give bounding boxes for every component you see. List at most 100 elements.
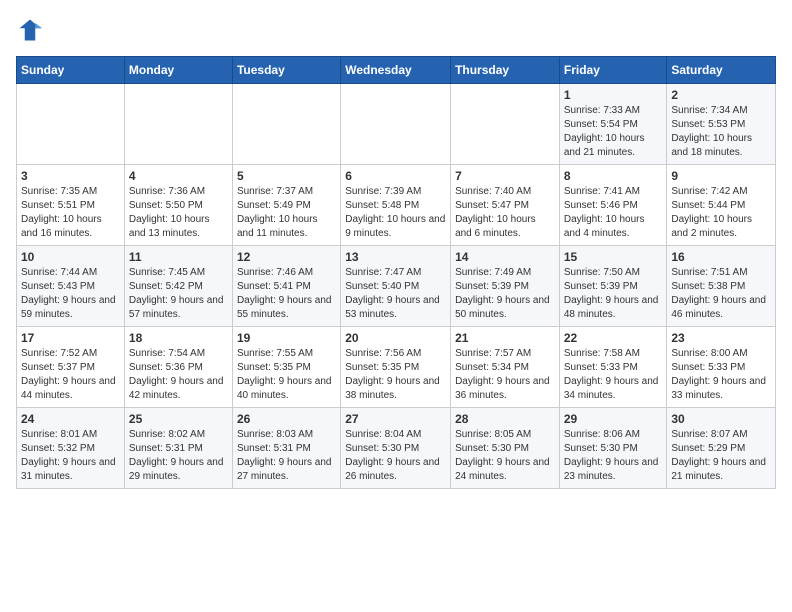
day-info: Sunrise: 8:01 AM Sunset: 5:32 PM Dayligh… <box>21 428 120 484</box>
day-info: Sunrise: 7:42 AM Sunset: 5:44 PM Dayligh… <box>671 185 771 241</box>
day-info: Sunrise: 7:39 AM Sunset: 5:48 PM Dayligh… <box>345 185 446 241</box>
calendar-cell: 18 Sunrise: 7:54 AM Sunset: 5:36 PM Dayli… <box>124 327 232 408</box>
day-info: Sunrise: 7:52 AM Sunset: 5:37 PM Dayligh… <box>21 347 120 403</box>
weekday-header-thursday: Thursday <box>451 57 560 84</box>
calendar-cell: 12 Sunrise: 7:46 AM Sunset: 5:41 PM Dayli… <box>232 246 340 327</box>
weekday-header-saturday: Saturday <box>667 57 776 84</box>
calendar-cell <box>451 84 560 165</box>
weekday-header-row: SundayMondayTuesdayWednesdayThursdayFrid… <box>17 57 776 84</box>
day-number: 28 <box>455 412 555 426</box>
calendar-cell: 20 Sunrise: 7:56 AM Sunset: 5:35 PM Dayli… <box>341 327 451 408</box>
day-number: 9 <box>671 169 771 183</box>
day-info: Sunrise: 7:46 AM Sunset: 5:41 PM Dayligh… <box>237 266 336 322</box>
calendar-cell: 13Sunrise: 7:47 AM Sunset: 5:40 PM Dayli… <box>341 246 451 327</box>
weekday-header-monday: Monday <box>124 57 232 84</box>
calendar-cell: 1 Sunrise: 7:33 AM Sunset: 5:54 PM Daylig… <box>559 84 667 165</box>
day-info: Sunrise: 8:07 AM Sunset: 5:29 PM Dayligh… <box>671 428 771 484</box>
day-info: Sunrise: 7:54 AM Sunset: 5:36 PM Dayligh… <box>129 347 228 403</box>
day-info: Sunrise: 8:02 AM Sunset: 5:31 PM Dayligh… <box>129 428 228 484</box>
day-info: Sunrise: 7:33 AM Sunset: 5:54 PM Dayligh… <box>564 104 663 160</box>
day-info: Sunrise: 7:56 AM Sunset: 5:35 PM Dayligh… <box>345 347 446 403</box>
day-number: 3 <box>21 169 120 183</box>
day-info: Sunrise: 7:57 AM Sunset: 5:34 PM Dayligh… <box>455 347 555 403</box>
day-info: Sunrise: 8:04 AM Sunset: 5:30 PM Dayligh… <box>345 428 446 484</box>
day-number: 20 <box>345 331 446 345</box>
day-info: Sunrise: 7:44 AM Sunset: 5:43 PM Dayligh… <box>21 266 120 322</box>
calendar-cell: 29 Sunrise: 8:06 AM Sunset: 5:30 PM Dayli… <box>559 408 667 489</box>
calendar-cell: 23Sunrise: 8:00 AM Sunset: 5:33 PM Dayli… <box>667 327 776 408</box>
day-info: Sunrise: 7:35 AM Sunset: 5:51 PM Dayligh… <box>21 185 120 241</box>
calendar-cell: 22 Sunrise: 7:58 AM Sunset: 5:33 PM Dayli… <box>559 327 667 408</box>
day-number: 1 <box>564 88 663 102</box>
calendar-cell: 6 Sunrise: 7:39 AM Sunset: 5:48 PM Daylig… <box>341 165 451 246</box>
calendar-cell: 26Sunrise: 8:03 AM Sunset: 5:31 PM Dayli… <box>232 408 340 489</box>
calendar-cell: 30 Sunrise: 8:07 AM Sunset: 5:29 PM Dayli… <box>667 408 776 489</box>
day-number: 13 <box>345 250 446 264</box>
day-info: Sunrise: 7:40 AM Sunset: 5:47 PM Dayligh… <box>455 185 555 241</box>
day-number: 17 <box>21 331 120 345</box>
day-info: Sunrise: 8:05 AM Sunset: 5:30 PM Dayligh… <box>455 428 555 484</box>
weekday-header-wednesday: Wednesday <box>341 57 451 84</box>
week-row-3: 17 Sunrise: 7:52 AM Sunset: 5:37 PM Dayli… <box>17 327 776 408</box>
calendar-cell: 16 Sunrise: 7:51 AM Sunset: 5:38 PM Dayli… <box>667 246 776 327</box>
calendar-cell <box>341 84 451 165</box>
calendar-cell: 27 Sunrise: 8:04 AM Sunset: 5:30 PM Dayli… <box>341 408 451 489</box>
calendar-table: SundayMondayTuesdayWednesdayThursdayFrid… <box>16 56 776 489</box>
calendar-cell: 8 Sunrise: 7:41 AM Sunset: 5:46 PM Daylig… <box>559 165 667 246</box>
day-info: Sunrise: 7:37 AM Sunset: 5:49 PM Dayligh… <box>237 185 336 241</box>
calendar-cell: 24 Sunrise: 8:01 AM Sunset: 5:32 PM Dayli… <box>17 408 125 489</box>
day-number: 19 <box>237 331 336 345</box>
day-info: Sunrise: 7:41 AM Sunset: 5:46 PM Dayligh… <box>564 185 663 241</box>
calendar-cell: 4 Sunrise: 7:36 AM Sunset: 5:50 PM Daylig… <box>124 165 232 246</box>
day-number: 10 <box>21 250 120 264</box>
day-number: 4 <box>129 169 228 183</box>
day-info: Sunrise: 7:45 AM Sunset: 5:42 PM Dayligh… <box>129 266 228 322</box>
calendar-cell: 17 Sunrise: 7:52 AM Sunset: 5:37 PM Dayli… <box>17 327 125 408</box>
week-row-2: 10 Sunrise: 7:44 AM Sunset: 5:43 PM Dayli… <box>17 246 776 327</box>
logo-icon <box>16 16 44 44</box>
weekday-header-friday: Friday <box>559 57 667 84</box>
day-info: Sunrise: 7:51 AM Sunset: 5:38 PM Dayligh… <box>671 266 771 322</box>
day-number: 21 <box>455 331 555 345</box>
calendar-cell: 7 Sunrise: 7:40 AM Sunset: 5:47 PM Daylig… <box>451 165 560 246</box>
weekday-header-sunday: Sunday <box>17 57 125 84</box>
day-number: 15 <box>564 250 663 264</box>
calendar-cell: 19Sunrise: 7:55 AM Sunset: 5:35 PM Dayli… <box>232 327 340 408</box>
weekday-header-tuesday: Tuesday <box>232 57 340 84</box>
day-number: 5 <box>237 169 336 183</box>
day-number: 16 <box>671 250 771 264</box>
day-info: Sunrise: 7:58 AM Sunset: 5:33 PM Dayligh… <box>564 347 663 403</box>
calendar-cell: 21 Sunrise: 7:57 AM Sunset: 5:34 PM Dayli… <box>451 327 560 408</box>
calendar-cell: 15 Sunrise: 7:50 AM Sunset: 5:39 PM Dayli… <box>559 246 667 327</box>
day-info: Sunrise: 7:36 AM Sunset: 5:50 PM Dayligh… <box>129 185 228 241</box>
day-number: 12 <box>237 250 336 264</box>
day-number: 26 <box>237 412 336 426</box>
day-number: 23 <box>671 331 771 345</box>
calendar-cell: 14 Sunrise: 7:49 AM Sunset: 5:39 PM Dayli… <box>451 246 560 327</box>
day-number: 22 <box>564 331 663 345</box>
calendar-cell: 3 Sunrise: 7:35 AM Sunset: 5:51 PM Daylig… <box>17 165 125 246</box>
day-number: 29 <box>564 412 663 426</box>
week-row-4: 24 Sunrise: 8:01 AM Sunset: 5:32 PM Dayli… <box>17 408 776 489</box>
day-number: 14 <box>455 250 555 264</box>
week-row-0: 1 Sunrise: 7:33 AM Sunset: 5:54 PM Daylig… <box>17 84 776 165</box>
day-number: 7 <box>455 169 555 183</box>
day-number: 2 <box>671 88 771 102</box>
day-number: 6 <box>345 169 446 183</box>
day-number: 24 <box>21 412 120 426</box>
day-info: Sunrise: 7:49 AM Sunset: 5:39 PM Dayligh… <box>455 266 555 322</box>
day-info: Sunrise: 7:50 AM Sunset: 5:39 PM Dayligh… <box>564 266 663 322</box>
calendar-cell: 9 Sunrise: 7:42 AM Sunset: 5:44 PM Daylig… <box>667 165 776 246</box>
day-number: 8 <box>564 169 663 183</box>
calendar-cell <box>124 84 232 165</box>
day-info: Sunrise: 7:34 AM Sunset: 5:53 PM Dayligh… <box>671 104 771 160</box>
calendar-cell: 2 Sunrise: 7:34 AM Sunset: 5:53 PM Daylig… <box>667 84 776 165</box>
day-info: Sunrise: 8:06 AM Sunset: 5:30 PM Dayligh… <box>564 428 663 484</box>
day-number: 30 <box>671 412 771 426</box>
day-number: 18 <box>129 331 228 345</box>
week-row-1: 3 Sunrise: 7:35 AM Sunset: 5:51 PM Daylig… <box>17 165 776 246</box>
day-number: 27 <box>345 412 446 426</box>
page-header <box>16 16 776 44</box>
logo <box>16 16 48 44</box>
calendar-cell <box>232 84 340 165</box>
